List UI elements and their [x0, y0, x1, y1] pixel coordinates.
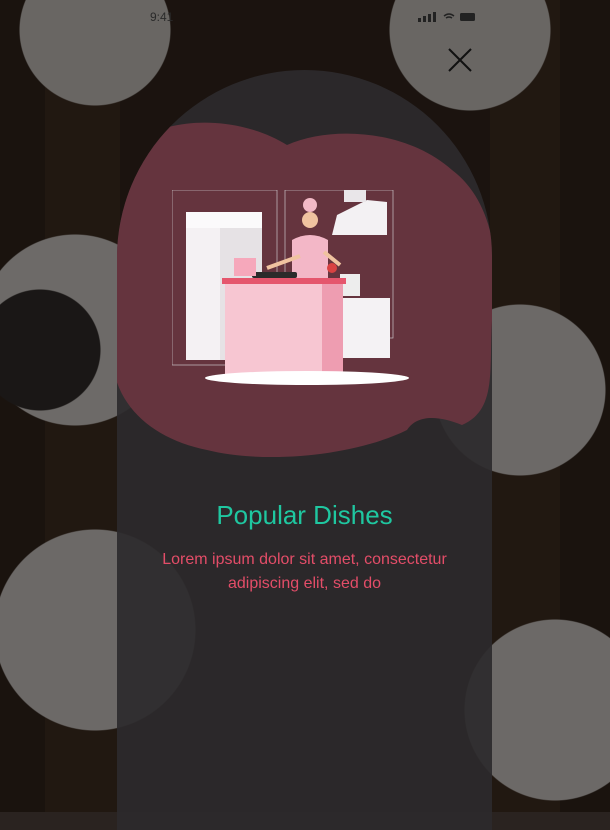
- onboarding-title: Popular Dishes: [216, 500, 393, 530]
- onboarding-card: Popular Dishes Lorem ipsum dolor sit ame…: [117, 70, 492, 830]
- signal-battery-icon: [418, 12, 475, 22]
- status-bar: 9:41: [0, 8, 610, 26]
- chef-cooking-illustration: [172, 190, 409, 385]
- onboarding-description: Lorem ipsum dolor sit amet, consectetur …: [162, 551, 447, 592]
- status-time: 9:41: [150, 10, 174, 24]
